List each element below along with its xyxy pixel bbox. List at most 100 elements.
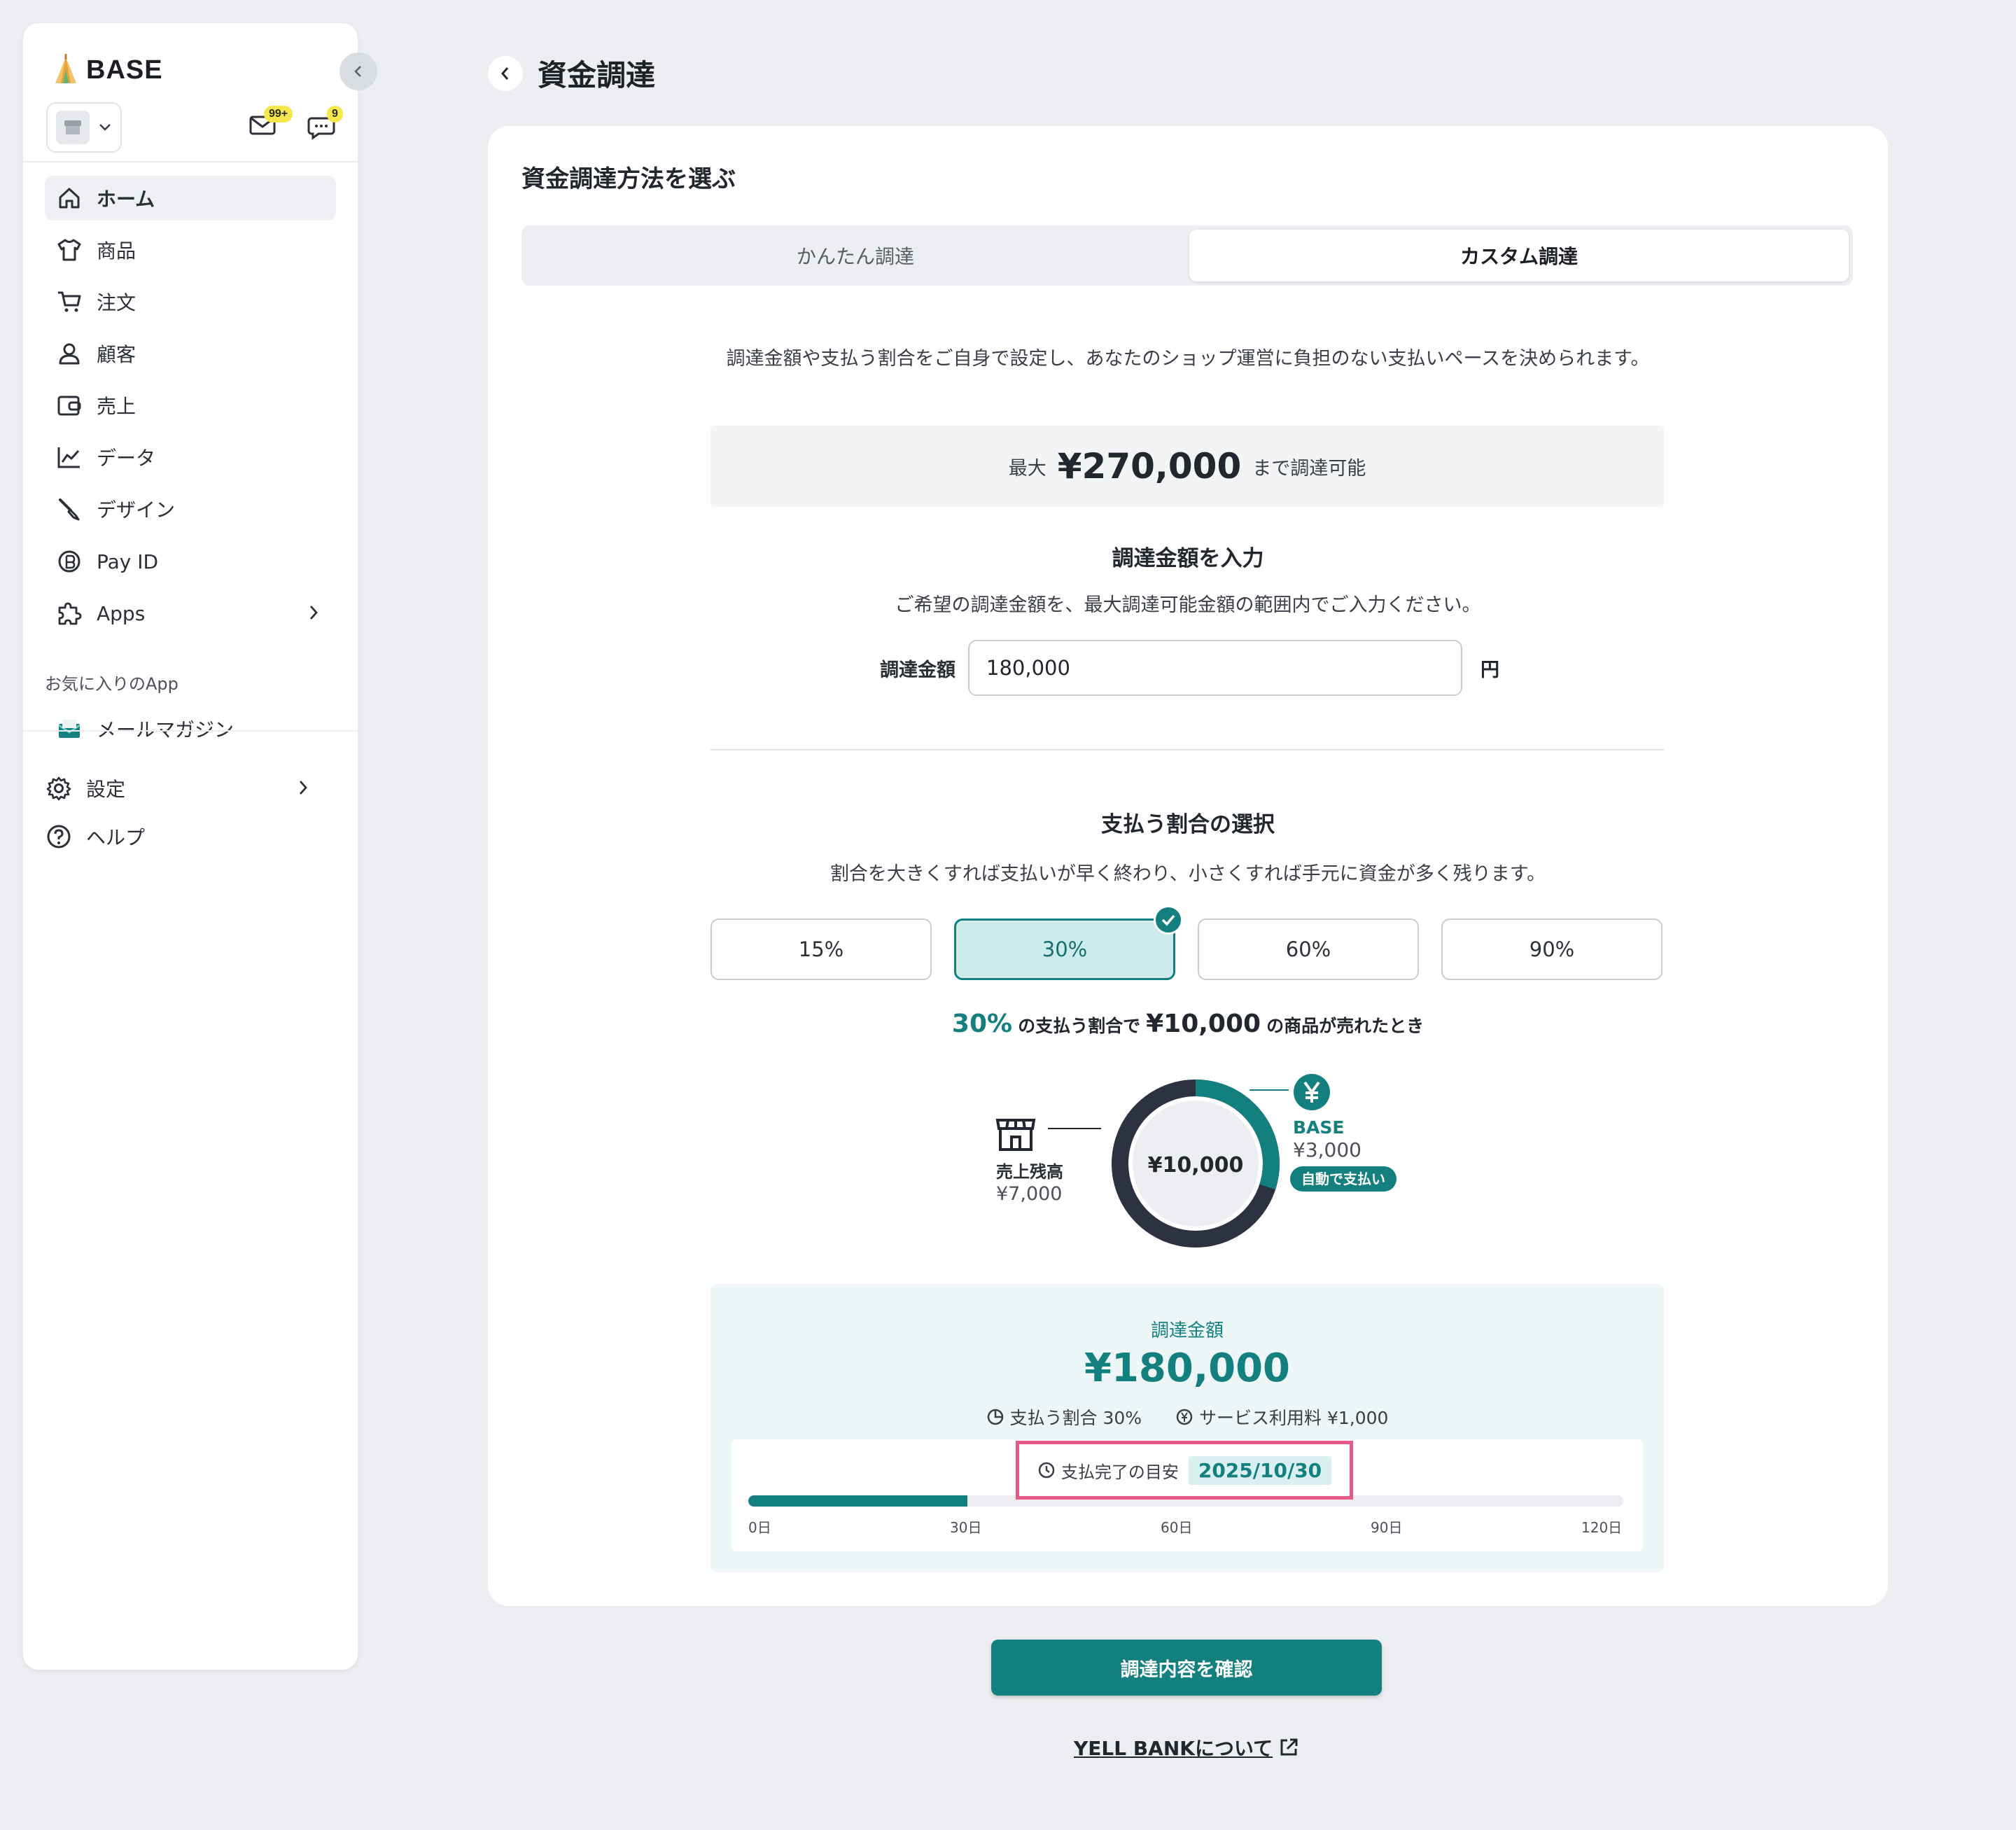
max-prefix: 最大 — [1008, 457, 1046, 480]
eta-label-wrap: 支払完了の目安 — [1037, 1458, 1179, 1483]
messages-button[interactable]: 9 — [307, 106, 343, 144]
sidebar: BASE 99+ 9 ホーム 商品 注文 顧客 売上 データ デザイン Pay … — [23, 23, 377, 1670]
sidebar-item-home[interactable]: ホーム — [45, 176, 336, 221]
chevron-down-icon — [99, 124, 111, 131]
summary-fee-text: サービス利用料 ¥1,000 — [1199, 1408, 1389, 1428]
sidebar-item-data[interactable]: データ — [45, 435, 336, 480]
timeline-tick: 120日 — [1581, 1519, 1623, 1536]
mail-badge: 99+ — [264, 106, 293, 123]
sidebar-item-label: ホーム — [97, 188, 155, 211]
logo-text: BASE — [86, 55, 163, 85]
store-icon — [995, 1119, 1036, 1151]
sidebar-item-settings[interactable]: 設定 — [34, 766, 326, 811]
example-amount: ¥10,000 — [1146, 1010, 1261, 1038]
estimated-completion-box: 支払完了の目安 2025/10/30 — [1016, 1441, 1353, 1500]
chart-line-icon — [56, 444, 83, 470]
notifications-mail-button[interactable]: 99+ — [248, 106, 293, 139]
section-divider — [710, 749, 1664, 750]
payid-icon — [56, 548, 83, 575]
summary-amount: ¥180,000 — [1084, 1346, 1291, 1391]
ratio-option-90[interactable]: 90% — [1441, 919, 1662, 980]
collapse-sidebar-button[interactable] — [340, 53, 377, 90]
sidebar-item-label: ヘルプ — [86, 826, 146, 849]
store-balance-label: 売上残高 — [996, 1162, 1063, 1182]
sidebar-divider — [23, 730, 358, 732]
funding-amount-input[interactable] — [968, 640, 1462, 696]
sidebar-item-help[interactable]: ヘルプ — [34, 814, 326, 859]
sidebar-item-sales[interactable]: 売上 — [45, 383, 336, 428]
eta-label: 支払完了の目安 — [1060, 1462, 1179, 1482]
example-pct: 30% — [951, 1010, 1013, 1038]
sidebar-item-label: データ — [97, 447, 156, 470]
checkmark-icon — [1154, 905, 1183, 935]
funding-summary: 調達金額 ¥180,000 支払う割合 30% サービス利用料 ¥1,000 支… — [710, 1284, 1664, 1572]
max-suffix: まで調達可能 — [1252, 457, 1366, 480]
ratio-section-title: 支払う割合の選択 — [1101, 812, 1275, 837]
gear-icon — [46, 775, 72, 802]
favorites-section-title: お気に入りのApp — [45, 674, 178, 694]
brush-icon — [56, 496, 83, 522]
ratio-option-15[interactable]: 15% — [710, 919, 932, 980]
payment-timeline: 支払完了の目安 2025/10/30 0日 30日 60日 90日 120日 — [732, 1439, 1643, 1551]
shop-avatar — [56, 111, 90, 144]
card-title: 資金調達方法を選ぶ — [522, 165, 736, 193]
timeline-tick: 30日 — [950, 1519, 982, 1536]
shop-icon — [64, 120, 81, 134]
puzzle-icon — [56, 600, 83, 627]
sidebar-item-products[interactable]: 商品 — [45, 228, 336, 272]
base-logo[interactable]: BASE — [51, 54, 163, 86]
about-link-text: YELL BANKについて — [1074, 1737, 1273, 1760]
sidebar-item-design[interactable]: デザイン — [45, 487, 336, 531]
sidebar-item-mail-magazine[interactable]: メールマガジン — [45, 706, 336, 751]
page-title: 資金調達 — [538, 58, 656, 92]
ratio-option-30[interactable]: 30% — [954, 905, 1183, 980]
tent-logo-icon — [55, 54, 76, 83]
amount-section-description: ご希望の調達金額を、最大調達可能金額の範囲内でご入力ください。 — [895, 594, 1481, 616]
back-button[interactable] — [488, 56, 523, 91]
home-icon — [56, 185, 83, 211]
confirm-funding-button[interactable]: 調達内容を確認 — [991, 1640, 1382, 1696]
donut-center-amount: ¥10,000 — [1148, 1153, 1244, 1178]
pie-icon — [987, 1409, 1003, 1425]
sidebar-item-customers[interactable]: 顧客 — [45, 331, 336, 376]
sidebar-item-label: 顧客 — [97, 343, 136, 366]
summary-label: 調達金額 — [1150, 1320, 1224, 1341]
timeline-tick: 60日 — [1161, 1519, 1193, 1536]
funding-card: 資金調達方法を選ぶ かんたん調達 カスタム調達 調達金額や支払う割合をご自身で設… — [488, 126, 1888, 1606]
shop-selector[interactable] — [46, 102, 122, 153]
sidebar-item-label: 設定 — [86, 778, 126, 801]
timeline-tick: 0日 — [748, 1519, 771, 1536]
timeline-tick: 90日 — [1371, 1519, 1403, 1536]
yen-coin-icon — [1294, 1074, 1330, 1110]
sidebar-divider — [23, 161, 358, 162]
external-link-icon — [1280, 1738, 1298, 1756]
max-funding-box: 最大 ¥270,000 まで調達可能 — [710, 426, 1664, 507]
mail-magazine-icon — [56, 715, 83, 742]
timeline-progress — [748, 1495, 967, 1507]
sidebar-item-orders[interactable]: 注文 — [45, 279, 336, 324]
sidebar-item-label: 商品 — [97, 239, 136, 263]
example-text-2: の商品が売れたとき — [1266, 1016, 1424, 1036]
chat-badge: 9 — [327, 106, 343, 123]
ratio-option-label: 30% — [1042, 937, 1088, 961]
store-connector — [1048, 1128, 1101, 1129]
person-icon — [56, 340, 83, 367]
amount-unit: 円 — [1480, 659, 1499, 681]
sidebar-item-label: 売上 — [97, 395, 136, 418]
base-connector — [1250, 1089, 1289, 1091]
sidebar-item-label: デザイン — [97, 498, 176, 522]
summary-ratio-text: 支払う割合 30% — [1009, 1408, 1142, 1428]
about-yell-bank-link[interactable]: YELL BANKについて — [1074, 1733, 1299, 1761]
ratio-option-60[interactable]: 60% — [1198, 919, 1419, 980]
sidebar-item-apps[interactable]: Apps — [45, 591, 336, 636]
tab-custom-funding[interactable]: カスタム調達 — [1189, 230, 1849, 281]
auto-payment-badge: 自動で支払い — [1290, 1166, 1396, 1192]
help-icon — [46, 823, 72, 850]
base-amount: ¥3,000 — [1293, 1138, 1362, 1161]
amount-input-row: 調達金額 円 — [880, 640, 1499, 696]
example-heading: 30% の支払う割合で ¥10,000 の商品が売れたとき — [488, 1010, 1888, 1038]
summary-ratio: 支払う割合 30% — [986, 1404, 1142, 1430]
sidebar-item-payid[interactable]: Pay ID — [45, 539, 336, 584]
tab-easy-funding[interactable]: かんたん調達 — [526, 230, 1185, 281]
eta-date: 2025/10/30 — [1188, 1455, 1332, 1485]
